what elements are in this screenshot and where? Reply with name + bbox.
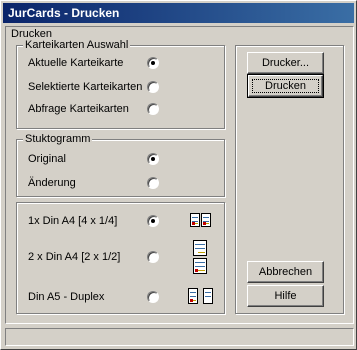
layout-2xa4-icon: [193, 240, 207, 276]
window-title: JurCards - Drucken: [8, 6, 120, 20]
drucker-button-label: Drucker...: [261, 57, 310, 69]
radio-aenderung[interactable]: [147, 177, 159, 189]
print-dialog-window: JurCards - Drucken Drucken Karteikarten …: [0, 0, 357, 350]
abbrechen-button[interactable]: Abbrechen: [247, 261, 324, 283]
abbrechen-button-label: Abbrechen: [258, 266, 313, 278]
drucken-button-label: Drucken: [265, 80, 306, 92]
radio-din-a5-duplex[interactable]: [147, 291, 159, 303]
radio-abfrage-karteikarten[interactable]: [147, 103, 159, 115]
hilfe-button[interactable]: Hilfe: [247, 285, 324, 307]
option-original: Original: [28, 153, 66, 165]
layout-a5-duplex-icon: [188, 288, 216, 304]
radio-original[interactable]: [147, 153, 159, 165]
layout-1xa4-icon: [190, 212, 212, 228]
hilfe-button-label: Hilfe: [274, 290, 297, 302]
radio-2x-din-a4[interactable]: [147, 251, 159, 263]
option-2x-din-a4: 2 x Din A4 [2 x 1/2]: [28, 251, 121, 263]
title-bar[interactable]: JurCards - Drucken: [3, 3, 354, 23]
option-1x-din-a4: 1x Din A4 [4 x 1/4]: [28, 215, 118, 227]
drucker-button[interactable]: Drucker...: [247, 52, 324, 74]
karteikarten-auswahl-label: Karteikarten Auswahl: [23, 39, 131, 51]
stuktogramm-label: Stuktogramm: [23, 133, 93, 145]
radio-1x-din-a4[interactable]: [147, 215, 159, 227]
radio-aktuelle-karteikarte[interactable]: [147, 57, 159, 69]
radio-selektierte-karteikarten[interactable]: [147, 81, 159, 93]
option-aktuelle-karteikarte: Aktuelle Karteikarte: [28, 57, 124, 69]
option-selektierte-karteikarten: Selektierte Karteikarten: [28, 81, 143, 93]
option-aenderung: Änderung: [28, 177, 76, 189]
option-din-a5-duplex: Din A5 - Duplex: [28, 291, 105, 303]
option-abfrage-karteikarten: Abfrage Karteikarten: [28, 103, 129, 115]
status-bar: [5, 328, 354, 346]
drucken-button[interactable]: Drucken: [247, 74, 324, 98]
